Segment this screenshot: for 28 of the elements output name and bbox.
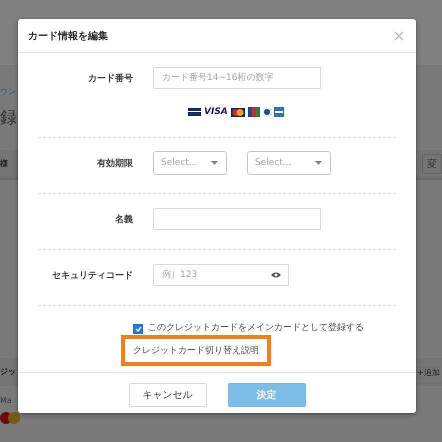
eye-icon[interactable] (271, 272, 281, 278)
visa-logo: VISA (204, 107, 228, 117)
card-brand-icon (188, 108, 201, 116)
name-field[interactable] (153, 208, 321, 230)
security-code-field[interactable]: 例）123 (153, 264, 289, 286)
checkbox[interactable] (133, 324, 143, 334)
field-label: カード番号 (87, 72, 133, 84)
select-dropdown[interactable]: Select... (153, 151, 227, 175)
card-brand-text: Ma (0, 396, 12, 405)
field-label: 有効期限 (96, 157, 133, 170)
page-heading: 録 (0, 107, 17, 129)
select-dropdown[interactable]: Select... (247, 151, 331, 175)
breadcrumb-link[interactable]: ウン (0, 86, 16, 97)
caret-icon (315, 161, 322, 165)
change-button[interactable]: 変 (422, 154, 442, 174)
mastercard-icon (0, 411, 20, 425)
help-link[interactable]: クレジットカード切り替え説明 (121, 335, 271, 366)
cancel-button[interactable]: キャンセル (128, 383, 206, 407)
field-label: 名義 (114, 214, 133, 226)
card-number-field[interactable]: カード番号14~16桁の数字 (153, 67, 321, 89)
checkbox-label: このクレジットカードをメインカードとして登録する (148, 322, 364, 334)
section-title: 様 (0, 158, 8, 169)
dialog-title: カード情報を編集 (28, 30, 108, 42)
section-title: ジッ (0, 366, 16, 377)
confirm-button[interactable]: 決定 (228, 383, 306, 407)
field-label: セキュリティコード (51, 270, 133, 282)
mastercard-icon (230, 108, 245, 116)
caret-icon (211, 161, 218, 165)
